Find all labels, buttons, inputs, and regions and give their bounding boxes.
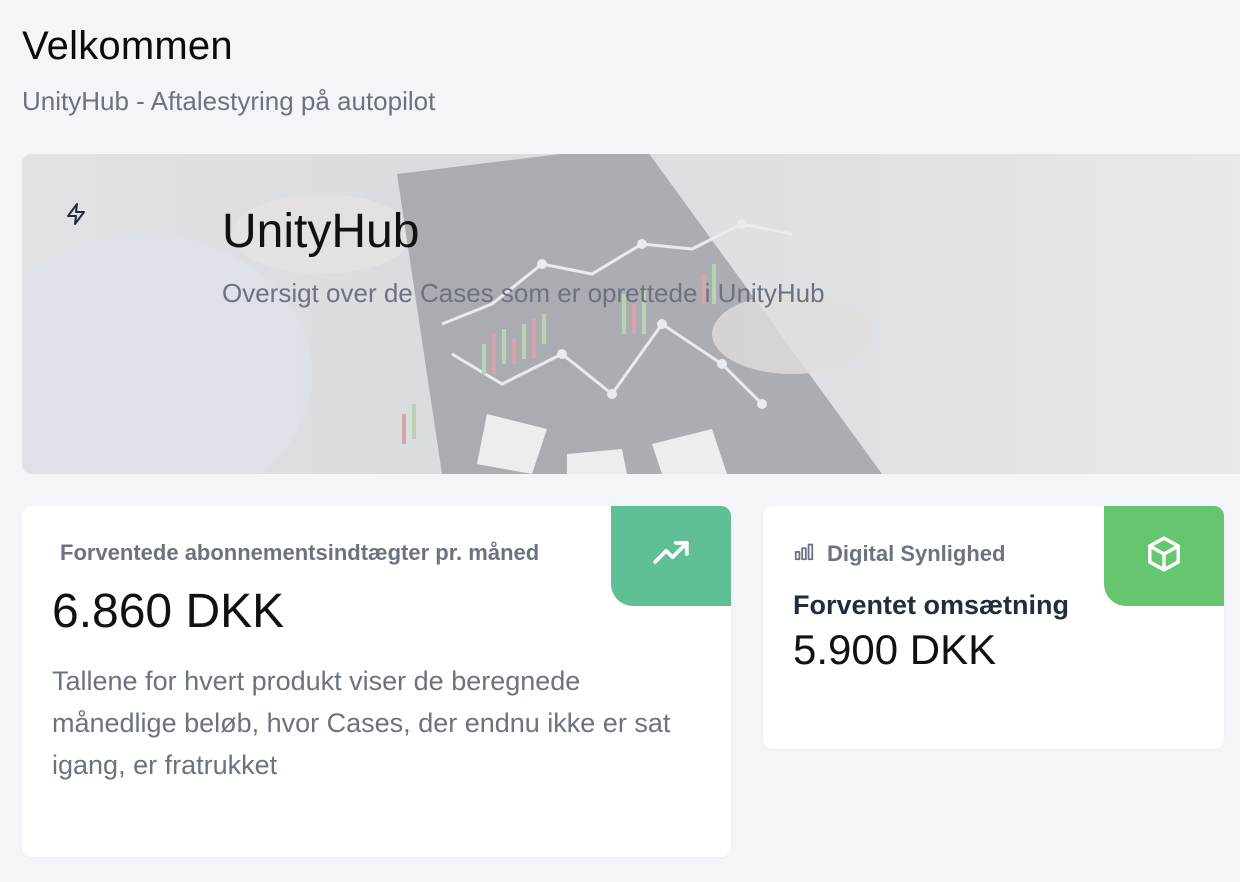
card-badge bbox=[1104, 506, 1224, 606]
card-sublabel: Forventet omsætning bbox=[793, 590, 1070, 620]
hero-banner: UnityHub Oversigt over de Cases som er o… bbox=[22, 154, 1240, 474]
card-description: Tallene for hvert produkt viser de bereg… bbox=[52, 666, 671, 780]
card-badge bbox=[611, 506, 731, 606]
subscription-income-card: Forventede abonnementsindtægter pr. måne… bbox=[22, 506, 731, 857]
bar-chart-icon bbox=[793, 540, 815, 567]
dashboard-page: Velkommen UnityHub - Aftalestyring på au… bbox=[0, 0, 1240, 882]
hero-overlay bbox=[22, 154, 1240, 474]
trending-up-icon bbox=[652, 535, 690, 578]
page-subtitle: UnityHub - Aftalestyring på autopilot bbox=[22, 86, 436, 116]
card-label: Forventede abonnementsindtægter pr. måne… bbox=[60, 540, 540, 565]
card-label: Digital Synlighed bbox=[827, 540, 1006, 566]
card-label-row: Digital Synlighed bbox=[793, 540, 1005, 567]
digital-visibility-card: Digital Synlighed Forventet omsætning 5.… bbox=[763, 506, 1224, 749]
hero-description: Oversigt over de Cases som er oprettede … bbox=[222, 278, 825, 308]
card-value: 5.900 DKK bbox=[793, 626, 997, 673]
hero-title: UnityHub bbox=[222, 205, 420, 258]
lightning-icon bbox=[64, 202, 88, 226]
card-value: 6.860 DKK bbox=[52, 585, 285, 638]
page-title: Velkommen bbox=[22, 24, 233, 68]
box-icon bbox=[1145, 535, 1183, 578]
